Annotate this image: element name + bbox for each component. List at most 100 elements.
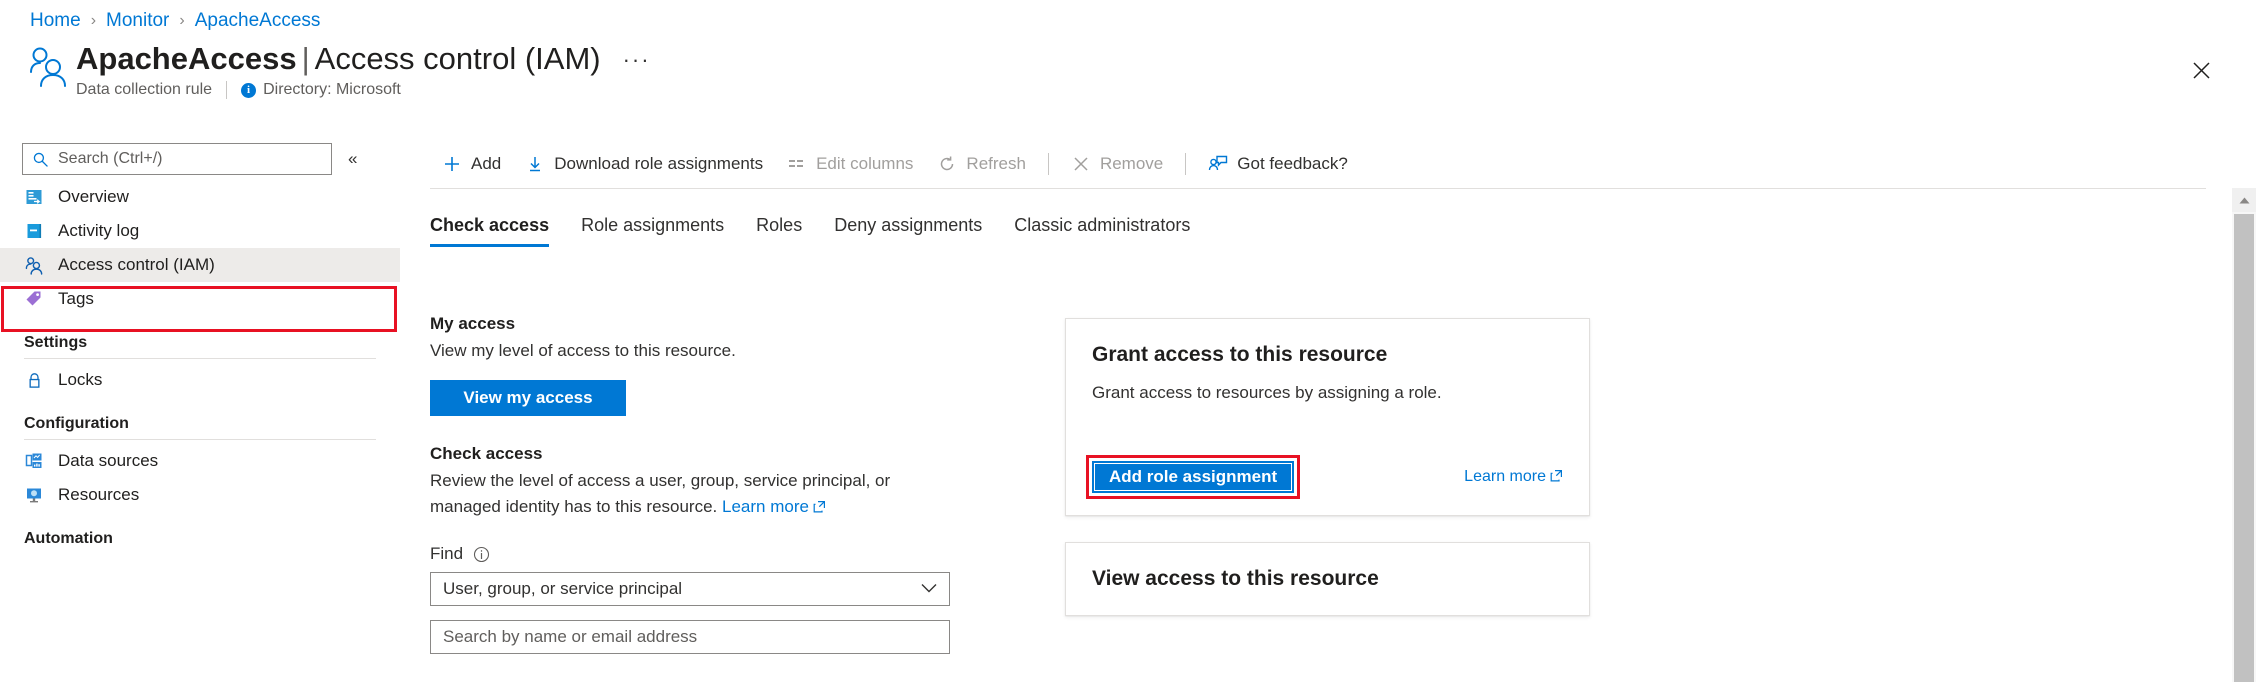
external-link-icon — [813, 495, 826, 508]
sidebar-section-automation: Automation — [0, 530, 400, 554]
external-link-icon — [1550, 469, 1563, 482]
page-subtitle: Data collection rule i Directory: Micros… — [76, 79, 651, 101]
tab-label: Roles — [756, 215, 802, 235]
sidebar-section-title: Configuration — [24, 415, 376, 439]
breadcrumb-separator-icon: › — [91, 8, 96, 34]
card-title: View access to this resource — [1092, 565, 1563, 593]
overview-icon — [24, 187, 44, 207]
sidebar: « Overview Activity log — [0, 138, 400, 682]
tab-label: Role assignments — [581, 215, 724, 235]
learn-more-label: Learn more — [722, 497, 809, 516]
sidebar-item-access-control[interactable]: Access control (IAM) — [0, 248, 400, 282]
sidebar-item-label: Overview — [58, 187, 129, 207]
sidebar-item-label: Activity log — [58, 221, 139, 241]
sidebar-item-label: Access control (IAM) — [58, 255, 215, 275]
breadcrumb-item-monitor[interactable]: Monitor — [106, 8, 169, 34]
info-circle-icon[interactable] — [473, 546, 490, 563]
resource-access-cards: Grant access to this resource Grant acce… — [1065, 318, 1590, 616]
sidebar-search-row: « — [0, 138, 400, 180]
edit-columns-icon — [787, 154, 807, 174]
section-divider — [24, 439, 376, 440]
card-description: Grant access to resources by assigning a… — [1092, 381, 1563, 405]
command-label: Add — [471, 154, 501, 174]
got-feedback-button[interactable]: Got feedback? — [1196, 144, 1360, 184]
command-label: Remove — [1100, 154, 1163, 174]
sidebar-item-tags[interactable]: Tags — [0, 282, 400, 316]
add-button[interactable]: Add — [430, 144, 513, 184]
breadcrumb-item-apacheaccess[interactable]: ApacheAccess — [195, 8, 321, 34]
chevron-down-icon — [921, 579, 937, 599]
command-label: Download role assignments — [554, 154, 763, 174]
page-title-section: Access control (IAM) — [315, 41, 601, 76]
breadcrumb: Home › Monitor › ApacheAccess — [30, 8, 320, 34]
sidebar-item-label: Locks — [58, 370, 102, 390]
check-access-section: Check access Review the level of access … — [430, 442, 960, 654]
refresh-button[interactable]: Refresh — [925, 144, 1038, 184]
command-label: Got feedback? — [1237, 154, 1348, 174]
sidebar-item-data-sources[interactable]: Data sources — [0, 444, 400, 478]
resources-icon — [24, 485, 44, 505]
tab-classic-administrators[interactable]: Classic administrators — [998, 215, 1206, 247]
command-label: Refresh — [966, 154, 1026, 174]
search-box[interactable] — [22, 143, 332, 175]
command-label: Edit columns — [816, 154, 913, 174]
close-button[interactable] — [2186, 55, 2216, 85]
chevron-double-left-icon[interactable]: « — [348, 149, 357, 169]
check-access-learn-more-link[interactable]: Learn more — [722, 497, 826, 516]
check-access-heading: Check access — [430, 442, 960, 466]
command-bar: Add Download role assignments Edit colum… — [430, 140, 2238, 188]
tab-label: Check access — [430, 215, 549, 235]
tab-check-access[interactable]: Check access — [430, 215, 565, 247]
lock-icon — [24, 370, 44, 390]
section-divider — [24, 358, 376, 359]
refresh-icon — [937, 154, 957, 174]
command-bar-divider — [430, 188, 2206, 189]
principal-search-input[interactable] — [430, 620, 950, 654]
view-my-access-button[interactable]: View my access — [430, 380, 626, 416]
tab-label: Deny assignments — [834, 215, 982, 235]
sidebar-section-configuration: Configuration — [0, 415, 400, 440]
check-access-panel: My access View my level of access to thi… — [430, 312, 960, 654]
grant-access-card: Grant access to this resource Grant acce… — [1065, 318, 1590, 516]
tab-role-assignments[interactable]: Role assignments — [565, 215, 740, 247]
remove-button[interactable]: Remove — [1059, 144, 1175, 184]
sidebar-section-title: Automation — [24, 530, 376, 554]
vertical-scrollbar[interactable] — [2232, 188, 2256, 682]
find-principal-type-select[interactable]: User, group, or service principal — [430, 572, 950, 606]
sidebar-item-locks[interactable]: Locks — [0, 363, 400, 397]
find-label-row: Find — [430, 544, 960, 564]
scroll-up-button[interactable] — [2232, 188, 2256, 212]
learn-more-label: Learn more — [1464, 468, 1546, 485]
tab-roles[interactable]: Roles — [740, 215, 818, 247]
data-sources-icon — [24, 451, 44, 471]
sidebar-content-divider — [400, 138, 401, 682]
tab-deny-assignments[interactable]: Deny assignments — [818, 215, 998, 247]
search-icon — [33, 152, 48, 167]
check-access-description: Review the level of access a user, group… — [430, 468, 960, 520]
sidebar-section-title: Settings — [24, 334, 376, 358]
edit-columns-button[interactable]: Edit columns — [775, 144, 925, 184]
breadcrumb-item-home[interactable]: Home — [30, 8, 81, 34]
tab-label: Classic administrators — [1014, 215, 1190, 235]
search-input[interactable] — [56, 149, 296, 169]
find-label: Find — [430, 544, 463, 564]
command-separator — [1185, 153, 1186, 175]
sidebar-item-resources[interactable]: Resources — [0, 478, 400, 512]
download-role-assignments-button[interactable]: Download role assignments — [513, 144, 775, 184]
my-access-heading: My access — [430, 312, 960, 336]
sidebar-item-activity-log[interactable]: Activity log — [0, 214, 400, 248]
add-role-assignment-button[interactable]: Add role assignment — [1092, 461, 1294, 493]
my-access-description: View my level of access to this resource… — [430, 338, 960, 364]
card-footer: Add role assignment Learn more — [1092, 461, 1563, 493]
sidebar-item-label: Tags — [58, 289, 94, 309]
sidebar-section-settings: Settings — [0, 334, 400, 359]
close-icon — [2193, 62, 2210, 79]
sidebar-item-overview[interactable]: Overview — [0, 180, 400, 214]
feedback-icon — [1208, 154, 1228, 174]
command-separator — [1048, 153, 1049, 175]
more-options-button[interactable]: ··· — [623, 48, 651, 72]
grant-access-learn-more-link[interactable]: Learn more — [1464, 468, 1563, 486]
resource-type-label: Data collection rule — [76, 79, 212, 101]
remove-x-icon — [1071, 154, 1091, 174]
scrollbar-thumb[interactable] — [2234, 214, 2254, 682]
